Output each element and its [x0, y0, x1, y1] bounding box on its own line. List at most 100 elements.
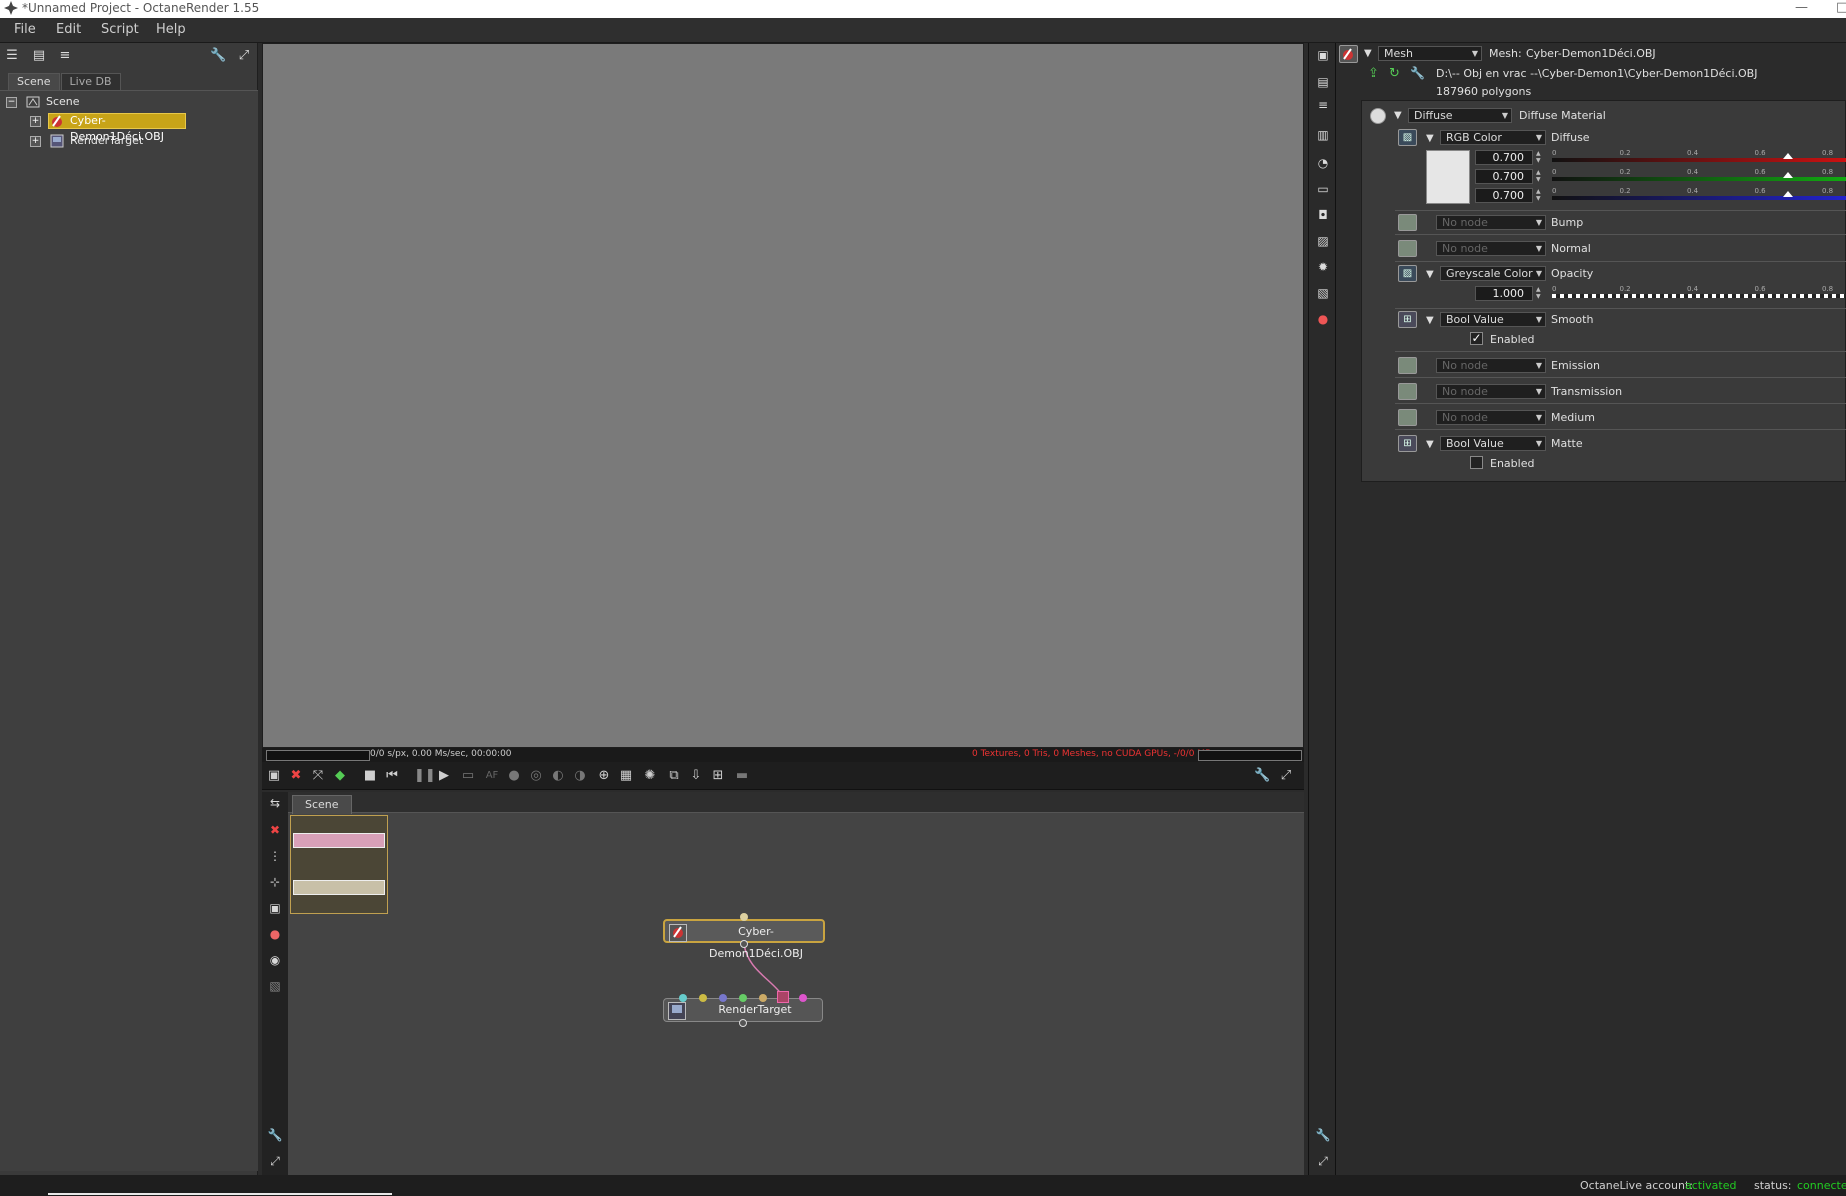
status-label: status:	[1754, 1179, 1792, 1192]
mesh-type-select[interactable]: Mesh ▼	[1378, 46, 1482, 61]
diffuse-texture-icon[interactable]: ▨	[1398, 129, 1417, 146]
medium-node-select[interactable]: No node ▼	[1436, 410, 1546, 425]
collapse-triangle-icon[interactable]: ▼	[1426, 315, 1434, 326]
input-pin[interactable]	[740, 913, 748, 921]
imager-icon[interactable]: ▧	[1315, 285, 1331, 301]
slider-tick-label: 0.8	[1822, 285, 1834, 293]
status-value: connected	[1797, 1179, 1846, 1192]
input-pin[interactable]	[799, 994, 807, 1002]
smooth-checkbox[interactable]: ✓	[1470, 332, 1483, 345]
diffuse-g-slider[interactable]: 0 0.2 0.4 0.6 0.8	[1552, 168, 1846, 184]
input-pin[interactable]	[759, 994, 767, 1002]
slider-tick-label: 0.6	[1754, 168, 1766, 176]
inspector-toolbar: ▣ ▤ ≡ ▥ ◔ ▭ ◘ ▨ ✹ ▧ ● 🔧 ⤢	[1308, 43, 1336, 1175]
wrench-icon[interactable]: 🔧	[1315, 1127, 1331, 1143]
slider-tick-label: 0.2	[1619, 149, 1631, 157]
material-icon[interactable]: ●	[1315, 311, 1331, 327]
bool-icon[interactable]: ⊞	[1398, 435, 1417, 452]
diffuse-node-select[interactable]: RGB Color ▼	[1440, 130, 1546, 145]
node-inspector-icon[interactable]: ▣	[1315, 47, 1331, 63]
input-pin[interactable]	[739, 994, 747, 1002]
normal-label: Normal	[1551, 242, 1591, 255]
opacity-texture-icon[interactable]: ▨	[1398, 265, 1417, 282]
diffuse-r-input[interactable]: 0.700	[1475, 150, 1533, 165]
display-icon[interactable]: ▭	[1315, 181, 1331, 197]
slider-tick-label: 0.4	[1687, 187, 1699, 195]
list-icon[interactable]: ≡	[1315, 97, 1331, 113]
collapse-triangle-icon[interactable]: ▼	[1426, 133, 1434, 144]
transmission-pin[interactable]	[1398, 383, 1417, 400]
material-type-select[interactable]: Diffuse ▼	[1408, 108, 1512, 123]
medium-pin[interactable]	[1398, 409, 1417, 426]
material-label: Diffuse Material	[1519, 109, 1606, 122]
collapse-triangle-icon[interactable]: ▼	[1426, 269, 1434, 280]
opacity-input[interactable]: 1.000	[1475, 286, 1533, 301]
matte-checkbox[interactable]	[1470, 456, 1483, 469]
slider-tick-label: 0.6	[1754, 187, 1766, 195]
bump-label: Bump	[1551, 216, 1584, 229]
output-pin[interactable]	[740, 940, 748, 948]
spinner-icon[interactable]: ▲ ▼	[1536, 286, 1544, 300]
slider-tick-label: 0.4	[1687, 149, 1699, 157]
image-icon[interactable]: ▥	[1315, 127, 1331, 143]
slider-thumb[interactable]	[1783, 191, 1794, 197]
spinner-icon[interactable]: ▲ ▼	[1536, 188, 1544, 202]
matte-node-select[interactable]: Bool Value ▼	[1440, 436, 1546, 451]
normal-pin[interactable]	[1398, 240, 1417, 257]
reload-mesh-icon[interactable]: ⇪	[1368, 66, 1379, 81]
transmission-node-select[interactable]: No node ▼	[1436, 384, 1546, 399]
slider-thumb[interactable]	[1783, 153, 1794, 159]
camera-settings-icon[interactable]: ◔	[1315, 155, 1331, 171]
opacity-node-select[interactable]: Greyscale Color ▼	[1440, 266, 1546, 281]
wrench-icon[interactable]: 🔧	[1410, 66, 1425, 80]
divider	[1395, 234, 1846, 235]
emission-node-select[interactable]: No node ▼	[1436, 358, 1546, 373]
stack-icon[interactable]: ▤	[1315, 74, 1331, 90]
color-swatch[interactable]	[1426, 150, 1470, 204]
collapse-triangle-icon[interactable]: ▼	[1394, 110, 1402, 121]
slider-tick-label: 0.2	[1619, 285, 1631, 293]
diffuse-b-slider[interactable]: 0 0.2 0.4 0.6 0.8	[1552, 187, 1846, 203]
diffuse-r-slider[interactable]: 0 0.2 0.4 0.6 0.8	[1552, 149, 1846, 165]
slider-tick-label: 0.8	[1822, 149, 1834, 157]
slider-tick-label: 0	[1552, 187, 1557, 195]
spinner-icon[interactable]: ▲ ▼	[1536, 169, 1544, 183]
kernel-icon[interactable]: ◘	[1315, 207, 1331, 223]
diffuse-b-input[interactable]: 0.700	[1475, 188, 1533, 203]
opacity-slider[interactable]: 0 0.2 0.4 0.6 0.8	[1552, 285, 1846, 301]
medium-label: Medium	[1551, 411, 1595, 424]
spinner-icon[interactable]: ▲ ▼	[1536, 150, 1544, 164]
input-pin-selected[interactable]	[777, 991, 789, 1003]
input-pin[interactable]	[679, 994, 687, 1002]
divider	[1395, 377, 1846, 378]
slider-tick-label: 0.2	[1619, 187, 1631, 195]
smooth-node-select[interactable]: Bool Value ▼	[1440, 312, 1546, 327]
input-pin[interactable]	[719, 994, 727, 1002]
collapse-triangle-icon[interactable]: ▼	[1364, 48, 1372, 59]
environment-icon[interactable]: ▨	[1315, 233, 1331, 249]
input-pin[interactable]	[699, 994, 707, 1002]
divider	[1395, 351, 1846, 352]
maximize-panel-icon[interactable]: ⤢	[1315, 1153, 1331, 1169]
emission-label: Emission	[1551, 359, 1600, 372]
collapse-triangle-icon[interactable]: ▼	[1426, 439, 1434, 450]
slider-tick-label: 0.8	[1822, 187, 1834, 195]
mesh-path: D:\-- Obj en vrac --\Cyber-Demon1\Cyber-…	[1436, 67, 1758, 80]
refresh-icon[interactable]: ↻	[1389, 66, 1400, 81]
bump-node-select[interactable]: No node ▼	[1436, 215, 1546, 230]
divider	[1395, 261, 1846, 262]
bump-pin[interactable]	[1398, 214, 1417, 231]
diffuse-g-input[interactable]: 0.700	[1475, 169, 1533, 184]
slider-tick-label: 0	[1552, 168, 1557, 176]
normal-node-select[interactable]: No node ▼	[1436, 241, 1546, 256]
divider	[1395, 429, 1846, 430]
slider-thumb[interactable]	[1783, 172, 1794, 178]
light-icon[interactable]: ✹	[1315, 259, 1331, 275]
bool-icon[interactable]: ⊞	[1398, 311, 1417, 328]
output-pin[interactable]	[739, 1019, 747, 1027]
emission-pin[interactable]	[1398, 357, 1417, 374]
divider	[1395, 210, 1846, 211]
divider	[1395, 308, 1846, 309]
divider	[1395, 403, 1846, 404]
diffuse-label: Diffuse	[1551, 131, 1590, 144]
